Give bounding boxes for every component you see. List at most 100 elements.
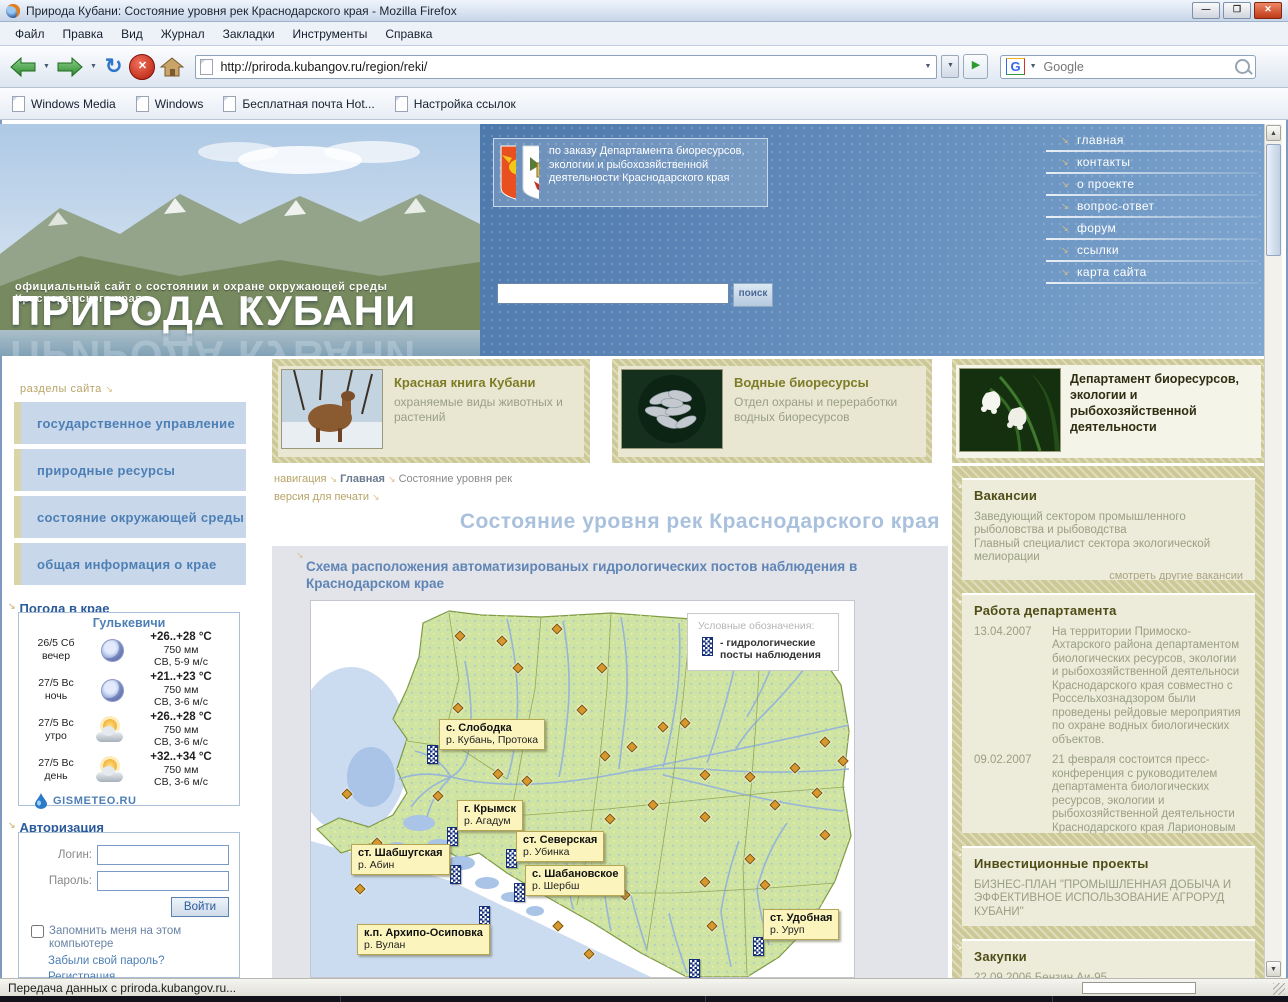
purchases-title: Закупки (974, 950, 1243, 964)
bookmark-icon (12, 96, 25, 112)
go-button[interactable]: ▶ (963, 54, 988, 79)
breadcrumb: навигация ↘ Главная ↘ Состояние уровня р… (274, 473, 512, 485)
menu-edit[interactable]: Правка (54, 24, 113, 44)
news-date: 13.04.2007 (974, 626, 1050, 748)
vacancy-item[interactable]: Заведующий сектором промышленного рыболо… (974, 511, 1243, 538)
bookmark-item[interactable]: Настройка ссылок (395, 96, 516, 112)
map-section: ↘ Схема расположения автоматизированых г… (272, 546, 948, 978)
breadcrumb-home-link[interactable]: Главная (340, 473, 385, 485)
forward-dropdown-icon[interactable]: ▼ (89, 63, 98, 70)
feature-title[interactable]: Водные биоресурсы (734, 375, 923, 390)
print-version-link[interactable]: версия для печати (274, 491, 369, 503)
menu-item-about[interactable]: ↘о проекте (1046, 174, 1258, 194)
menu-file[interactable]: Файл (6, 24, 54, 44)
bookmark-item[interactable]: Windows Media (12, 96, 116, 112)
feature-title[interactable]: Красная книга Кубани (394, 375, 581, 390)
scroll-down-button[interactable]: ▼ (1266, 961, 1281, 977)
menu-view[interactable]: Вид (112, 24, 152, 44)
resize-grip[interactable] (1273, 983, 1285, 995)
menu-label: о проекте (1077, 177, 1135, 191)
weather-date: 27/5 Вс (19, 757, 93, 770)
legend-text: - гидрологические посты наблюдения (720, 637, 830, 661)
station-name: ст. Шабшугская (358, 847, 443, 859)
login-field[interactable] (97, 845, 229, 865)
remember-me-checkbox[interactable] (31, 925, 44, 938)
sidebar-item-region-info[interactable]: общая информация о крае (14, 543, 246, 585)
back-dropdown-icon[interactable]: ▼ (42, 63, 51, 70)
hydro-posts-map[interactable]: Условные обозначения: - гидрологические … (310, 600, 855, 978)
site-search-button[interactable]: поиск (733, 283, 773, 307)
stop-button[interactable]: ✕ (129, 54, 155, 80)
menu-item-qa[interactable]: ↘вопрос-ответ (1046, 196, 1258, 216)
more-vacancies-link[interactable]: смотреть другие вакансии (974, 570, 1243, 581)
site-title-reflection: ПРИРОДА КУБАНИ (10, 333, 416, 356)
url-input[interactable] (218, 59, 918, 75)
vacancy-item[interactable]: Главный специалист сектора экологической… (974, 538, 1243, 565)
bookmark-item[interactable]: Бесплатная почта Hot... (223, 96, 374, 112)
sun-cloud-icon (96, 719, 128, 742)
weather-pressure: 750 мм (131, 684, 231, 697)
station-river: р. Кубань, Протока (446, 734, 538, 746)
search-magnifier-icon[interactable] (1235, 59, 1250, 74)
menu-help[interactable]: Справка (376, 24, 441, 44)
sidebar-item-environment-state[interactable]: состояние окружающей среды (14, 496, 246, 538)
scrollbar-thumb[interactable] (1266, 144, 1281, 256)
more-projects-link[interactable]: смотреть другие проекты (974, 924, 1243, 926)
page-scrollbar[interactable]: ▲ ▼ (1264, 124, 1282, 978)
forgot-password-link[interactable]: Забыли свой пароль? (19, 955, 229, 967)
weather-temp: +26..+28 °C (131, 711, 231, 724)
site-search-input[interactable] (497, 283, 729, 304)
scroll-up-button[interactable]: ▲ (1266, 125, 1281, 141)
weather-row: 27/5 Всдень +32..+34 °C750 ммСВ, 3-6 м/с (19, 750, 239, 790)
forward-button[interactable] (55, 54, 85, 80)
firefox-icon (6, 4, 20, 18)
bookmark-item[interactable]: Windows (136, 96, 204, 112)
weather-daypart: вечер (19, 650, 93, 663)
password-field[interactable] (97, 871, 229, 891)
feature-card-red-book[interactable]: Красная книга Кубани охраняемые виды жив… (272, 357, 590, 463)
sidebar-section-nav: государственное управление природные рес… (14, 402, 246, 590)
coat-of-arms-block: по заказу Департамента биоресурсов, экол… (493, 138, 768, 207)
news-text[interactable]: На территории Примоско-Ахтарского района… (1052, 626, 1243, 748)
weather-date: 27/5 Вс (19, 717, 93, 730)
url-history-dropdown-icon[interactable]: ▼ (924, 63, 933, 70)
close-button[interactable]: ✕ (1254, 2, 1282, 19)
feature-card-water-bioresources[interactable]: Водные биоресурсы Отдел охраны и перераб… (612, 357, 932, 463)
reload-button[interactable]: ↻ (102, 54, 126, 80)
weather-date: 27/5 Вс (19, 677, 93, 690)
investments-title: Инвестиционные проекты (974, 857, 1243, 871)
station-label: с. Шабановское р. Шербш (525, 865, 625, 896)
menu-item-sitemap[interactable]: ↘карта сайта (1046, 262, 1258, 282)
back-button[interactable] (8, 54, 38, 80)
menu-item-home[interactable]: ↘главная (1046, 130, 1258, 150)
minimize-button[interactable]: — (1192, 2, 1220, 19)
url-bar: ▼ (195, 55, 937, 79)
search-engine-dropdown-icon[interactable]: ▼ (1029, 63, 1038, 70)
station-label: ст. Шабшугская р. Абин (351, 844, 450, 875)
restore-button[interactable]: ❐ (1223, 2, 1251, 19)
gismeteo-link[interactable]: GISMETEO.RU (19, 790, 239, 809)
menu-item-forum[interactable]: ↘форум (1046, 218, 1258, 238)
bookmarks-toolbar: Windows Media Windows Бесплатная почта H… (0, 88, 1288, 120)
weather-city[interactable]: Гулькевичи (19, 613, 239, 630)
menu-history[interactable]: Журнал (152, 24, 214, 44)
investment-item[interactable]: БИЗНЕС-ПЛАН "ПРОМЫШЛЕННАЯ ДОБЫЧА И ЭФФЕК… (974, 879, 1243, 920)
menu-bookmarks[interactable]: Закладки (214, 24, 284, 44)
title-bar[interactable]: Природа Кубани: Состояние уровня рек Кра… (0, 0, 1288, 22)
site-title: ПРИРОДА КУБАНИ (10, 289, 416, 333)
url-dropdown-button[interactable]: ▼ (941, 55, 959, 78)
menu-tools[interactable]: Инструменты (284, 24, 377, 44)
sidebar-item-government[interactable]: государственное управление (14, 402, 246, 444)
home-button[interactable] (159, 55, 185, 79)
menu-item-links[interactable]: ↘ссылки (1046, 240, 1258, 260)
sidebar-item-natural-resources[interactable]: природные ресурсы (14, 449, 246, 491)
news-text[interactable]: 21 февраля состоится пресс-конференция с… (1052, 754, 1243, 833)
hydro-post-marker-icon (514, 883, 525, 902)
menu-label: ссылки (1077, 243, 1119, 257)
login-button[interactable]: Войти (171, 897, 229, 917)
print-version: версия для печати ↘ (274, 491, 380, 503)
web-search-input[interactable] (1042, 59, 1232, 75)
weather-pressure: 750 мм (131, 644, 231, 657)
menu-item-contacts[interactable]: ↘контакты (1046, 152, 1258, 172)
weather-daypart: день (19, 770, 93, 783)
